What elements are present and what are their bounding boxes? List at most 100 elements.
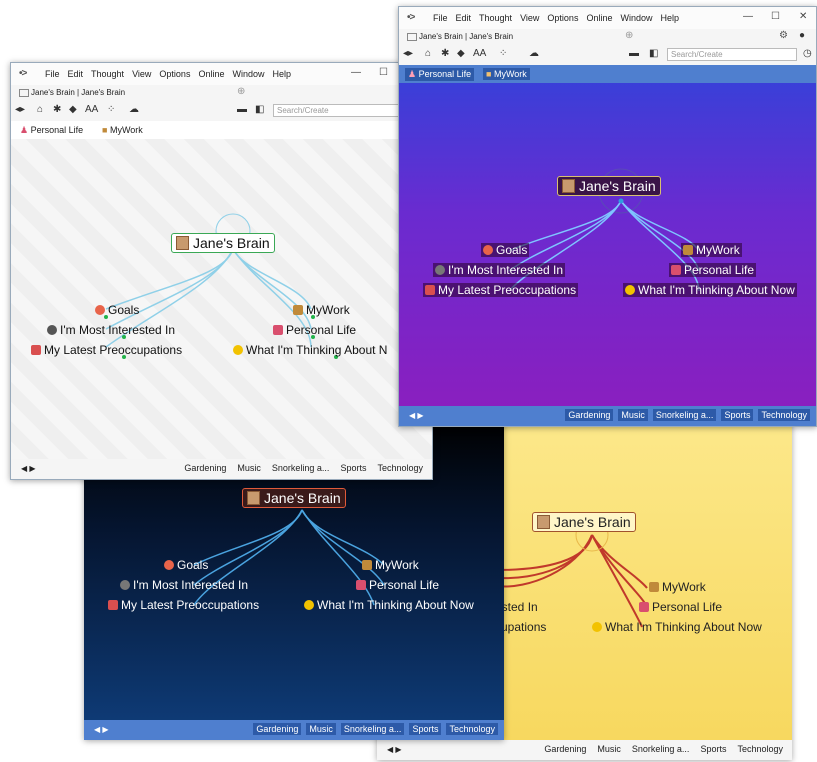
child-thought-mywork[interactable]: MyWork — [649, 580, 706, 594]
new-tab-icon[interactable]: ⊕ — [237, 86, 245, 97]
back-forward-icon[interactable]: ◂▸ — [15, 104, 25, 115]
tag-sports[interactable]: Sports — [721, 409, 754, 421]
menu-view[interactable]: View — [520, 13, 539, 23]
tag-music[interactable]: Music — [618, 409, 648, 421]
tag-snorkeling[interactable]: Snorkeling a... — [652, 409, 717, 421]
child-thought-goals[interactable]: Goals — [481, 243, 530, 257]
menu-edit[interactable]: Edit — [456, 13, 472, 23]
child-thought-interested[interactable]: I'm Most Interested In — [433, 263, 566, 277]
child-thought-interested[interactable]: I'm Most Interested In — [120, 578, 248, 592]
child-thought-mywork[interactable]: MyWork — [293, 303, 350, 317]
tag-icon[interactable]: ◆ — [457, 48, 465, 59]
child-thought-preoccupations[interactable]: My Latest Preoccupations — [108, 598, 259, 612]
child-thought-personal-life[interactable]: Personal Life — [639, 600, 722, 614]
maximize-icon[interactable]: ☐ — [771, 11, 780, 22]
layout-icon[interactable]: ⁘ — [107, 104, 115, 115]
tools-icon[interactable]: ✱ — [53, 104, 61, 115]
tag-gardening[interactable]: Gardening — [565, 409, 614, 421]
menu-window[interactable]: Window — [232, 69, 264, 79]
mind-map-canvas[interactable]: Jane's Brain Goals I'm Most Interested I… — [11, 139, 432, 461]
history-arrows-icon[interactable]: ◀ ▶ — [387, 745, 402, 754]
child-thought-preoccupations[interactable]: My Latest Preoccupations — [423, 283, 579, 297]
tag-icon[interactable]: ◆ — [69, 104, 77, 115]
menu-help[interactable]: Help — [660, 13, 679, 23]
child-thought-preoccupations[interactable]: My Latest Preoccupations — [31, 343, 182, 357]
child-thought-thinking-now[interactable]: What I'm Thinking About Now — [304, 598, 474, 612]
menu-options[interactable]: Options — [159, 69, 190, 79]
central-thought[interactable]: Jane's Brain — [557, 176, 661, 196]
menu-view[interactable]: View — [132, 69, 151, 79]
tag-snorkeling[interactable]: Snorkeling a... — [269, 462, 333, 474]
clock-icon[interactable]: ◷ — [803, 48, 812, 59]
minimize-icon[interactable]: — — [743, 11, 753, 22]
close-icon[interactable]: ✕ — [799, 11, 807, 22]
menu-help[interactable]: Help — [272, 69, 291, 79]
pin-personal-life[interactable]: ♟ Personal Life — [405, 68, 475, 81]
panel-icon[interactable]: ▬ — [237, 104, 247, 115]
central-thought[interactable]: Jane's Brain — [242, 488, 346, 508]
child-thought-mywork[interactable]: MyWork — [681, 243, 742, 257]
child-thought-interested[interactable]: I'm Most Interested In — [47, 323, 175, 337]
child-thought-personal-life[interactable]: Personal Life — [273, 323, 356, 337]
menu-thought[interactable]: Thought — [479, 13, 512, 23]
tag-technology[interactable]: Technology — [446, 723, 498, 735]
child-thought-thinking-now[interactable]: What I'm Thinking About N — [233, 343, 387, 357]
menu-thought[interactable]: Thought — [91, 69, 124, 79]
tag-snorkeling[interactable]: Snorkeling a... — [340, 723, 405, 735]
child-thought-goals[interactable]: Goals — [164, 558, 208, 572]
tag-technology[interactable]: Technology — [374, 462, 426, 474]
pin-mywork[interactable]: ■ MyWork — [99, 124, 146, 136]
tag-music[interactable]: Music — [234, 462, 264, 474]
tag-gardening[interactable]: Gardening — [181, 462, 229, 474]
back-forward-icon[interactable]: ◂▸ — [403, 48, 413, 59]
child-thought-goals[interactable]: Goals — [95, 303, 139, 317]
menu-options[interactable]: Options — [547, 13, 578, 23]
tools-icon[interactable]: ✱ — [441, 48, 449, 59]
cloud-icon[interactable]: ☁ — [129, 104, 139, 115]
pin-personal-life[interactable]: ♟ Personal Life — [17, 124, 86, 137]
mind-map-canvas[interactable]: Jane's Brain Goals I'm Most Interested I… — [399, 83, 816, 408]
cloud-icon[interactable]: ☁ — [529, 48, 539, 59]
layout-icon[interactable]: ⁘ — [499, 48, 507, 59]
child-thought-thinking-now[interactable]: What I'm Thinking About Now — [623, 283, 797, 297]
split-view-icon[interactable]: ◧ — [649, 48, 658, 59]
menu-online[interactable]: Online — [198, 69, 224, 79]
user-icon[interactable]: ● — [799, 30, 805, 41]
minimize-icon[interactable]: — — [351, 67, 361, 78]
menu-file[interactable]: File — [45, 69, 60, 79]
menu-online[interactable]: Online — [586, 13, 612, 23]
font-size-button[interactable]: AA — [85, 104, 98, 115]
home-icon[interactable]: ⌂ — [37, 104, 43, 115]
tag-sports[interactable]: Sports — [409, 723, 442, 735]
brain-icon[interactable]: ⚙ — [779, 30, 788, 41]
tag-technology[interactable]: Technology — [734, 743, 786, 755]
tag-music[interactable]: Music — [306, 723, 336, 735]
tab-janes-brain[interactable]: Jane's Brain | Jane's Brain — [403, 31, 517, 42]
central-thought[interactable]: Jane's Brain — [171, 233, 275, 253]
tag-gardening[interactable]: Gardening — [253, 723, 302, 735]
search-input[interactable]: Search/Create — [667, 48, 797, 61]
child-thought-personal-life[interactable]: Personal Life — [669, 263, 757, 277]
new-tab-icon[interactable]: ⊕ — [625, 30, 633, 41]
menu-window[interactable]: Window — [620, 13, 652, 23]
font-size-button[interactable]: AA — [473, 48, 486, 59]
central-thought[interactable]: Jane's Brain — [532, 512, 636, 532]
home-icon[interactable]: ⌂ — [425, 48, 431, 59]
panel-icon[interactable]: ▬ — [629, 48, 639, 59]
tag-gardening[interactable]: Gardening — [541, 743, 589, 755]
menu-edit[interactable]: Edit — [68, 69, 84, 79]
pin-mywork[interactable]: ■ MyWork — [483, 68, 530, 80]
tag-snorkeling[interactable]: Snorkeling a... — [629, 743, 693, 755]
child-thought-personal-life[interactable]: Personal Life — [356, 578, 439, 592]
history-arrows-icon[interactable]: ◀ ▶ — [94, 725, 109, 734]
menu-file[interactable]: File — [433, 13, 448, 23]
history-arrows-icon[interactable]: ◀ ▶ — [409, 411, 424, 420]
child-thought-mywork[interactable]: MyWork — [362, 558, 419, 572]
history-arrows-icon[interactable]: ◀ ▶ — [21, 464, 36, 473]
tag-music[interactable]: Music — [594, 743, 624, 755]
tag-technology[interactable]: Technology — [758, 409, 810, 421]
maximize-icon[interactable]: ☐ — [379, 67, 388, 78]
tab-janes-brain[interactable]: Jane's Brain | Jane's Brain — [15, 87, 129, 98]
tag-sports[interactable]: Sports — [337, 462, 369, 474]
child-thought-thinking-now[interactable]: What I'm Thinking About Now — [592, 620, 762, 634]
